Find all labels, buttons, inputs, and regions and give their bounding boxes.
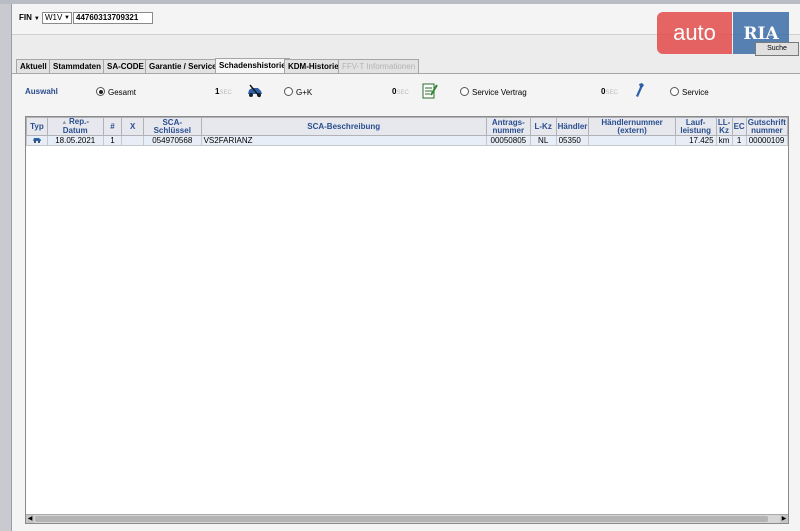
row-typ-cell — [26, 135, 48, 146]
radio-service-vertrag[interactable]: Service Vertrag — [460, 87, 527, 97]
count-service-vertrag: 0SEC — [601, 87, 618, 96]
vin-input[interactable]: 44760313709321 — [73, 12, 153, 24]
radio-gk[interactable]: G+K — [284, 87, 312, 97]
tab-garantie-service[interactable]: Garantie / Service — [145, 59, 221, 73]
col-header-rep-datum[interactable]: ▲ Rep.- Datum — [46, 117, 104, 136]
row-laufleistung: 17.425 — [674, 135, 717, 146]
row-sca-beschreibung: VS2FARIANZ — [200, 135, 487, 146]
radio-unselected-icon — [670, 87, 679, 96]
col-header-gutschriftnummer[interactable]: Gutschrift nummer — [745, 117, 788, 136]
radio-unselected-icon — [284, 87, 293, 96]
scrollbar-thumb[interactable] — [35, 516, 768, 522]
count-suffix: SEC — [396, 90, 409, 96]
col-header-ec[interactable]: EC — [731, 117, 747, 136]
fin-label: FIN — [19, 13, 32, 22]
row-datum: 18.05.2021 — [46, 135, 104, 146]
col-header-sca-schluessel[interactable]: SCA- Schlüssel — [142, 117, 202, 136]
row-nr: 1 — [102, 135, 123, 146]
row-lkz: NL — [529, 135, 557, 146]
radio-gesamt-label: Gesamt — [108, 88, 137, 97]
table-row[interactable]: 18.05.2021 1 054970568 VS2FARIANZ 000508… — [26, 135, 788, 146]
col-header-haendlernummer-extern[interactable]: Händlernummer (extern) — [588, 117, 676, 136]
col-header-laufleistung[interactable]: Lauf-leistung — [674, 117, 717, 136]
history-table: Typ ▲ Rep.- Datum # X SCA- Schlüssel SCA-B… — [26, 117, 788, 146]
row-x — [121, 135, 144, 146]
count-suffix: SEC — [219, 90, 232, 96]
sort-asc-icon: ▲ — [61, 120, 70, 126]
col-header-typ[interactable]: Typ — [26, 117, 48, 136]
scroll-right-icon[interactable]: ▶ — [780, 515, 788, 523]
app-window: FIN ▼ W1V ▼ 44760313709321 auto RIA Suche… — [11, 4, 800, 531]
tab-aktuell[interactable]: Aktuell — [16, 59, 51, 73]
logo-auto: auto — [657, 12, 732, 54]
vin-prefix-value: W1V — [45, 13, 63, 22]
col-header-x[interactable]: X — [121, 117, 144, 136]
col-header-haendler[interactable]: Händler — [555, 117, 590, 136]
horizontal-scrollbar[interactable]: ◀ ▶ — [26, 514, 788, 523]
scroll-left-icon[interactable]: ◀ — [26, 515, 34, 523]
radio-service-label: Service — [682, 88, 709, 97]
count-gk: 0SEC — [392, 87, 409, 96]
tab-stammdaten[interactable]: Stammdaten — [49, 59, 106, 73]
row-haendler: 05350 — [555, 135, 590, 146]
col-header-llkz[interactable]: LL- Kz — [715, 117, 733, 136]
tab-schadenshistorie[interactable]: Schadenshistorie — [215, 58, 290, 73]
row-gutschriftnummer: 00000109 — [745, 135, 788, 146]
count-suffix: SEC — [605, 90, 618, 96]
tab-sa-code[interactable]: SA-CODE — [103, 59, 148, 73]
fin-dropdown[interactable]: FIN ▼ — [19, 13, 40, 22]
vin-prefix-select[interactable]: W1V ▼ — [42, 12, 72, 24]
chevron-down-icon: ▼ — [33, 16, 40, 22]
col-header-antragsnummer[interactable]: Antrags-nummer — [485, 117, 531, 136]
search-button[interactable]: Suche — [755, 42, 799, 56]
table-header-row: Typ ▲ Rep.- Datum # X SCA- Schlüssel SCA-B… — [26, 117, 788, 136]
car-icon — [32, 138, 41, 143]
radio-unselected-icon — [460, 87, 469, 96]
row-ec: 1 — [731, 135, 747, 146]
radio-service[interactable]: Service — [670, 87, 709, 97]
chevron-down-icon: ▼ — [64, 15, 70, 21]
row-haendlernummer-extern — [588, 135, 676, 146]
radio-selected-icon — [96, 87, 105, 96]
wrench-icon — [636, 83, 644, 97]
damage-history-table: Typ ▲ Rep.- Datum # X SCA- Schlüssel SCA-B… — [25, 116, 789, 524]
row-llkz: km — [715, 135, 733, 146]
document-edit-icon — [422, 83, 438, 99]
radio-gk-label: G+K — [296, 88, 313, 97]
car-damage-icon — [248, 84, 262, 98]
row-antragsnummer: 00050805 — [485, 135, 531, 146]
tab-ffv-t-informationen: FFV-T Informationen — [338, 59, 420, 73]
count-gesamt: 1SEC — [215, 87, 232, 96]
radio-service-vertrag-label: Service Vertrag — [472, 88, 527, 97]
col-header-lkz[interactable]: L-Kz — [529, 117, 557, 136]
col-header-nr[interactable]: # — [102, 117, 123, 136]
col-header-sca-beschreibung[interactable]: SCA-Beschreibung — [200, 117, 487, 136]
history-panel: Auswahl Gesamt 1SEC G+K 0SEC Service Ver… — [12, 74, 800, 531]
radio-gesamt[interactable]: Gesamt — [96, 87, 136, 97]
row-sca-schluessel: 054970568 — [142, 135, 202, 146]
tab-kdm-historie[interactable]: KDM-Historie — [284, 59, 343, 73]
filter-label: Auswahl — [25, 87, 58, 96]
